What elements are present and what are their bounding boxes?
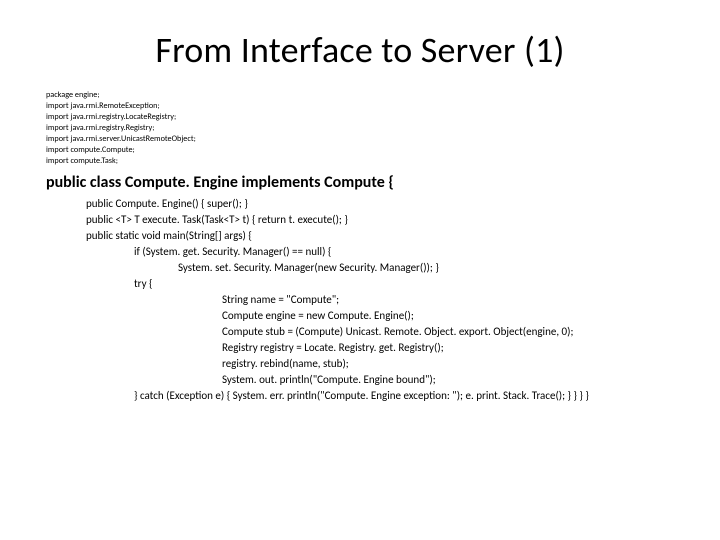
- class-declaration: public class Compute. Engine implements …: [46, 173, 674, 192]
- code-line: if (System. get. Security. Manager() == …: [46, 244, 674, 260]
- code-line: import java.rmi.registry.LocateRegistry;: [46, 112, 674, 123]
- code-line: import java.rmi.RemoteException;: [46, 101, 674, 112]
- code-body: public Compute. Engine() { super(); } pu…: [46, 196, 674, 403]
- code-line: System. set. Security. Manager(new Secur…: [46, 260, 674, 276]
- code-line: } catch (Exception e) { System. err. pri…: [46, 388, 674, 404]
- code-line: try {: [46, 276, 674, 292]
- code-line: import java.rmi.server.UnicastRemoteObje…: [46, 134, 674, 145]
- code-line: package engine;: [46, 90, 674, 101]
- code-line: import compute.Task;: [46, 156, 674, 167]
- code-line: registry. rebind(name, stub);: [46, 356, 674, 372]
- code-line: Compute stub = (Compute) Unicast. Remote…: [46, 324, 674, 340]
- code-line: import compute.Compute;: [46, 145, 674, 156]
- slide: From Interface to Server (1) package eng…: [0, 0, 720, 540]
- code-line: public static void main(String[] args) {: [46, 228, 674, 244]
- code-line: System. out. println("Compute. Engine bo…: [46, 372, 674, 388]
- code-line: String name = "Compute";: [46, 292, 674, 308]
- code-line: public Compute. Engine() { super(); }: [46, 196, 674, 212]
- imports-block: package engine; import java.rmi.RemoteEx…: [46, 90, 674, 167]
- code-line: public <T> T execute. Task(Task<T> t) { …: [46, 212, 674, 228]
- code-line: Registry registry = Locate. Registry. ge…: [46, 340, 674, 356]
- code-line: import java.rmi.registry.Registry;: [46, 123, 674, 134]
- slide-title: From Interface to Server (1): [46, 28, 674, 72]
- code-line: Compute engine = new Compute. Engine();: [46, 308, 674, 324]
